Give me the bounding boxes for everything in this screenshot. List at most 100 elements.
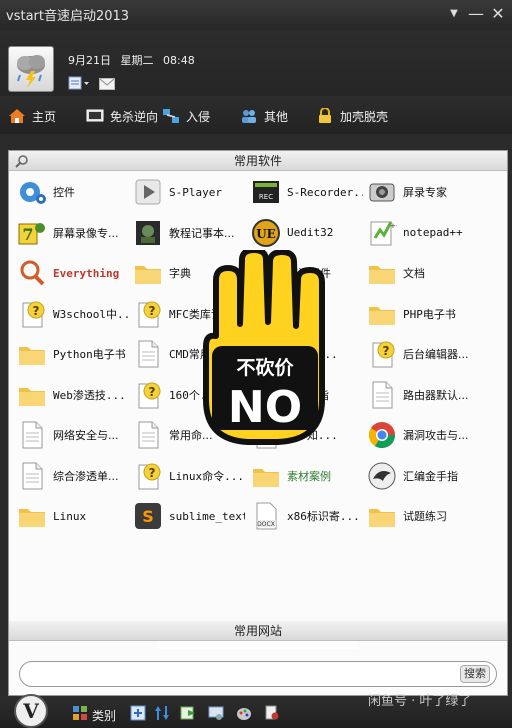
gear-icon — [17, 177, 47, 207]
category-label[interactable]: 类别 — [92, 707, 116, 724]
mail-icon[interactable] — [99, 75, 116, 94]
websites-section-header[interactable]: 常用网站 — [9, 621, 507, 641]
nav-packer-label: 加壳脱壳 — [340, 109, 389, 124]
software-item[interactable]: Linux — [13, 497, 129, 535]
search-button[interactable]: 搜索 — [460, 665, 490, 683]
software-item-label: W3school中... — [53, 307, 129, 321]
sort-icon[interactable] — [154, 705, 170, 721]
software-item[interactable]: DOCX x86标识寄... — [247, 497, 363, 535]
software-item[interactable]: 综合渗透单... — [13, 457, 129, 495]
screen-recorder-icon: 7 — [17, 218, 47, 248]
software-item[interactable]: ++ notepad++ — [363, 214, 479, 252]
minimize-button[interactable]: — — [466, 4, 486, 24]
software-item[interactable]: 路由器默认... — [363, 376, 479, 414]
software-item-label: 屏录专家 — [403, 186, 447, 199]
vstart-logo[interactable]: V — [14, 694, 48, 728]
svg-text:DOCX: DOCX — [257, 521, 275, 528]
nav-intrusion[interactable]: 入侵 — [162, 106, 210, 126]
header-tools — [68, 74, 119, 90]
settings-icon[interactable] — [208, 705, 224, 721]
software-item[interactable]: PHP电子书 — [363, 295, 479, 333]
software-item[interactable]: Ssublime_text — [129, 497, 245, 535]
websites-area — [157, 641, 357, 649]
svg-text:S: S — [142, 507, 154, 526]
software-item-label: S-Recorder... — [287, 185, 363, 199]
export-icon[interactable] — [180, 705, 196, 721]
software-section-header[interactable]: 常用软件 — [9, 151, 507, 171]
menu-button[interactable]: ▼ — [444, 4, 464, 24]
software-item[interactable]: 试题练习 — [363, 497, 479, 535]
svg-text:++: ++ — [390, 222, 397, 230]
nav-antivirus[interactable]: 免杀逆向 — [86, 106, 158, 126]
weather-widget[interactable] — [8, 46, 54, 92]
software-section-title: 常用软件 — [233, 154, 282, 168]
nav-packer[interactable]: 加壳脱壳 — [316, 106, 388, 126]
software-item[interactable]: S-Player — [129, 173, 245, 211]
software-item[interactable]: 教程记事本... — [129, 214, 245, 252]
main-nav: 主页 免杀逆向 入侵 其他 加壳脱壳 — [0, 96, 512, 134]
folder-icon — [367, 299, 397, 329]
software-item-label: PHP电子书 — [403, 307, 456, 321]
software-item[interactable]: 汇编金手指 — [363, 457, 479, 495]
software-item-label: sublime_text — [169, 509, 245, 523]
software-item[interactable]: ? W3school中... — [13, 295, 129, 333]
software-item[interactable]: 网络安全与... — [13, 416, 129, 454]
software-item-label: Linux — [53, 509, 87, 523]
sticker-top-text: 不砍价 — [236, 357, 294, 379]
notepadpp-icon: ++ — [367, 218, 402, 248]
nav-home[interactable]: 主页 — [8, 106, 56, 126]
software-item-label: 汇编金手指 — [403, 469, 458, 483]
nav-home-label: 主页 — [32, 109, 57, 124]
software-item-label: Everything — [53, 266, 120, 280]
tools-icon[interactable] — [264, 705, 280, 721]
software-item-label: 字典 — [169, 267, 191, 280]
software-item[interactable]: Everything — [13, 254, 129, 292]
software-item[interactable]: ? 后台编辑器... — [363, 335, 479, 373]
category-icon[interactable] — [72, 705, 88, 721]
software-item[interactable]: REC S-Recorder... — [247, 173, 363, 211]
software-item-label: 漏洞攻击与... — [403, 429, 469, 442]
add-item-icon[interactable] — [130, 705, 146, 721]
player-icon — [133, 177, 163, 207]
weekday-text: 星期二 — [120, 54, 154, 67]
folder-icon — [17, 380, 47, 410]
svg-text:?: ? — [33, 304, 40, 318]
help-file-icon: ? — [133, 461, 163, 491]
folder-icon — [17, 339, 47, 369]
sublime-icon: S — [133, 501, 163, 531]
software-item[interactable]: 7 屏幕录像专... — [13, 214, 129, 252]
help-file-icon: ? — [133, 380, 163, 410]
skin-icon[interactable] — [236, 705, 252, 721]
search-icon — [15, 155, 28, 168]
search-input[interactable] — [30, 665, 450, 683]
nav-antivirus-label: 免杀逆向 — [110, 109, 159, 124]
ue-icon: UE — [251, 218, 281, 248]
software-item[interactable]: UE Uedit32 — [247, 214, 363, 252]
software-item[interactable]: 控件 — [13, 173, 129, 211]
home-icon — [9, 109, 25, 123]
dragon-icon — [367, 461, 397, 491]
network-icon — [163, 109, 179, 123]
software-item[interactable]: 文档 — [363, 254, 479, 292]
chrome-icon — [367, 420, 397, 450]
software-item[interactable]: ? Linux命令... — [129, 457, 245, 495]
folder-icon — [17, 501, 47, 531]
software-item[interactable]: 屏录专家 — [363, 173, 479, 211]
websites-section-title: 常用网站 — [233, 624, 282, 638]
lock-icon — [319, 108, 331, 123]
software-item[interactable]: 素材案例 — [247, 457, 363, 495]
software-item[interactable]: Web渗透技... — [13, 376, 129, 414]
software-item[interactable]: Python电子书 — [13, 335, 129, 373]
close-button[interactable]: ✕ — [488, 4, 508, 24]
thunderstorm-icon — [17, 55, 45, 88]
watermark-text: 闲鱼号 · 叶了绿了 — [368, 694, 472, 709]
svg-text:UE: UE — [256, 227, 276, 241]
nav-other[interactable]: 其他 — [240, 106, 288, 126]
sticker-main-text: NO — [228, 382, 302, 433]
notes-icon[interactable] — [68, 75, 90, 94]
svg-text:?: ? — [149, 385, 156, 399]
software-item-label: 屏幕录像专... — [53, 226, 119, 240]
search-bar[interactable]: 搜索 — [19, 661, 497, 687]
software-item-label: 后台编辑器... — [403, 348, 469, 361]
software-item[interactable]: 漏洞攻击与... — [363, 416, 479, 454]
